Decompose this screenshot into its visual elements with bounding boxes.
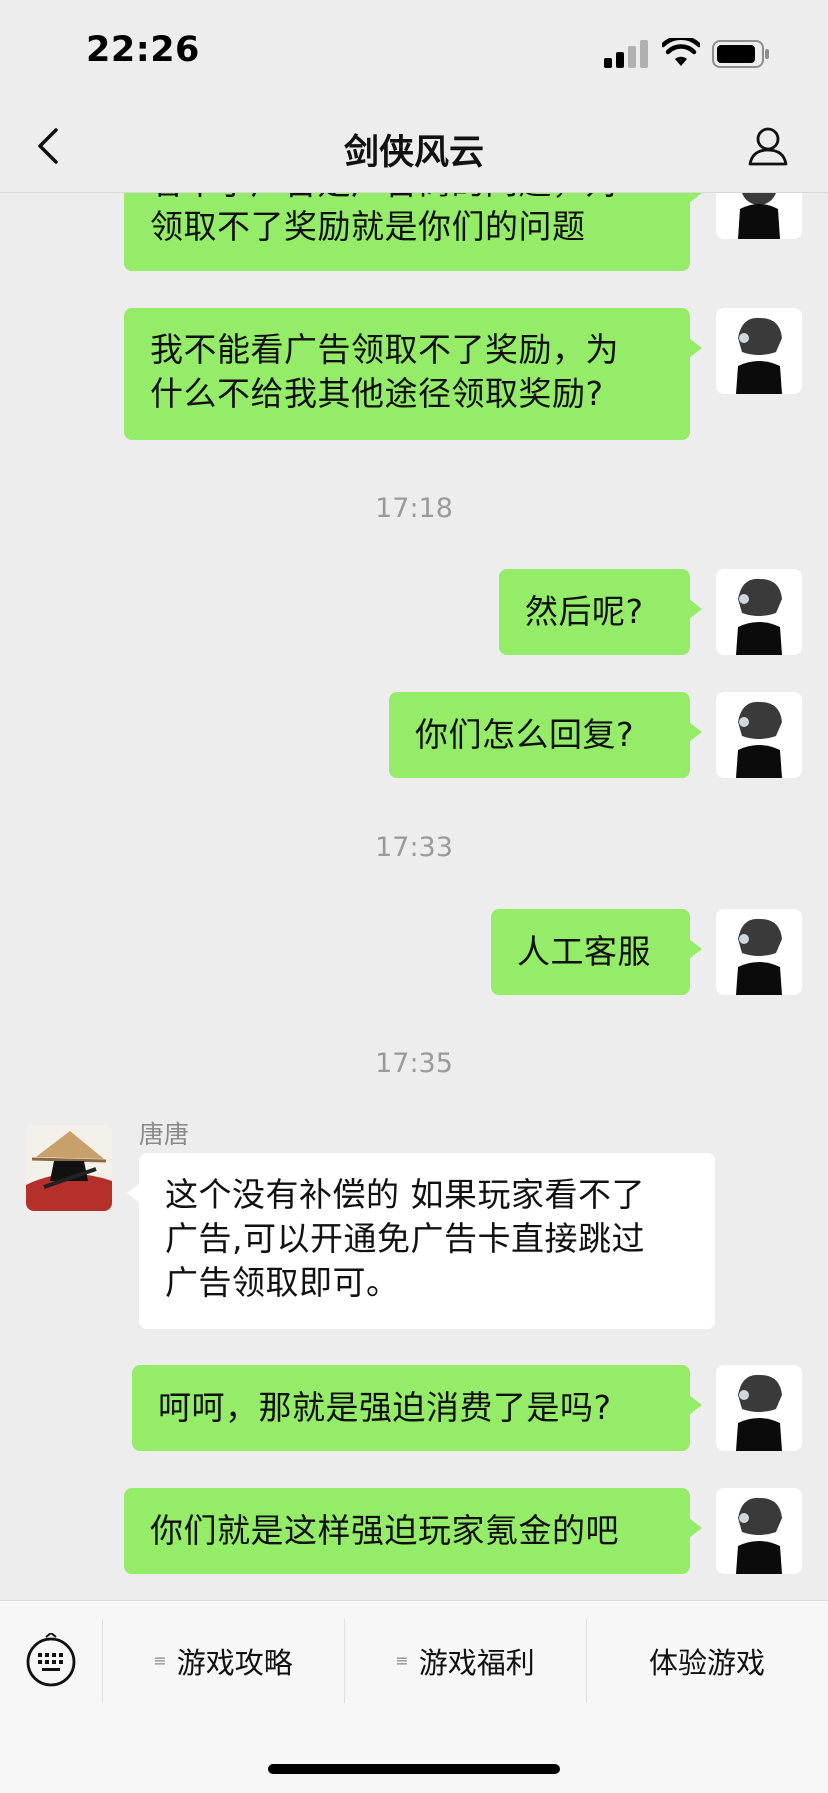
- sender-name: 唐唐: [139, 1120, 190, 1149]
- message-bubble[interactable]: 看不了广告是广告商的问题，对 领取不了奖励就是你们的问题: [124, 193, 702, 271]
- timestamp: 17:33: [375, 832, 453, 863]
- chat-title: 剑侠风云: [343, 133, 484, 173]
- message-bubble[interactable]: 然后呢?: [499, 569, 702, 655]
- menu-item-label: 体验游戏: [648, 1646, 765, 1680]
- list-icon: ≡: [395, 1651, 409, 1670]
- user-avatar[interactable]: [716, 1365, 802, 1451]
- message-text: 这个没有补偿的 如果玩家看不了: [165, 1175, 645, 1214]
- home-indicator: [268, 1764, 560, 1774]
- message-text: 人工客服: [517, 932, 651, 971]
- timestamp: 17:18: [375, 493, 453, 524]
- menu-item-game-benefits[interactable]: ≡ 游戏福利: [345, 1623, 585, 1699]
- timestamp: 17:35: [375, 1048, 453, 1079]
- nav-bar: 剑侠风云: [0, 100, 828, 193]
- chat-area[interactable]: 看不了广告是广告商的问题，对 领取不了奖励就是你们的问题 我不能看广告领取不了奖…: [0, 193, 828, 1600]
- status-bar: 22:26: [0, 0, 828, 100]
- message-text: 你们就是这样强迫玩家氪金的吧: [150, 1511, 619, 1550]
- keyboard-icon[interactable]: [24, 1633, 78, 1687]
- message-bubble[interactable]: 你们怎么回复?: [389, 692, 702, 778]
- user-avatar[interactable]: [716, 692, 802, 778]
- message-text: 广告,可以开通免广告卡直接跳过: [165, 1219, 645, 1258]
- message-bubble[interactable]: 这个没有补偿的 如果玩家看不了 广告,可以开通免广告卡直接跳过 广告领取即可。: [127, 1153, 715, 1329]
- message-bubble[interactable]: 我不能看广告领取不了奖励，为 什么不给我其他途径领取奖励?: [124, 308, 702, 440]
- menu-item-try-game[interactable]: 体验游戏: [587, 1623, 827, 1699]
- menu-item-game-guide[interactable]: ≡ 游戏攻略: [103, 1623, 343, 1699]
- user-avatar[interactable]: [716, 193, 802, 239]
- message-text: 看不了广告是广告商的问题，对: [150, 193, 664, 205]
- message-text: 你们怎么回复?: [415, 715, 635, 754]
- message-text: 领取不了奖励就是你们的问题: [150, 207, 586, 246]
- wifi-icon: [662, 38, 700, 66]
- status-time: 22:26: [86, 30, 200, 70]
- profile-icon[interactable]: [744, 122, 792, 170]
- list-icon: ≡: [153, 1651, 167, 1670]
- message-bubble[interactable]: 呵呵，那就是强迫消费了是吗?: [132, 1365, 702, 1451]
- message-text: 什么不给我其他途径领取奖励?: [150, 374, 604, 413]
- signal-icon: [604, 40, 648, 68]
- user-avatar[interactable]: [716, 909, 802, 995]
- message-text: 呵呵，那就是强迫消费了是吗?: [158, 1388, 612, 1427]
- user-avatar[interactable]: [716, 569, 802, 655]
- message-text: 然后呢?: [525, 592, 644, 631]
- message-text: 我不能看广告领取不了奖励，为: [150, 330, 619, 369]
- user-avatar[interactable]: [716, 308, 802, 394]
- battery-icon: [712, 40, 769, 68]
- contact-avatar[interactable]: [26, 1125, 112, 1211]
- user-avatar[interactable]: [716, 1488, 802, 1574]
- message-bubble[interactable]: 人工客服: [491, 909, 702, 995]
- message-text: 广告领取即可。: [165, 1263, 400, 1302]
- menu-item-label: 游戏攻略: [176, 1646, 293, 1680]
- message-bubble[interactable]: 你们就是这样强迫玩家氪金的吧: [124, 1488, 702, 1574]
- menu-item-label: 游戏福利: [418, 1646, 535, 1680]
